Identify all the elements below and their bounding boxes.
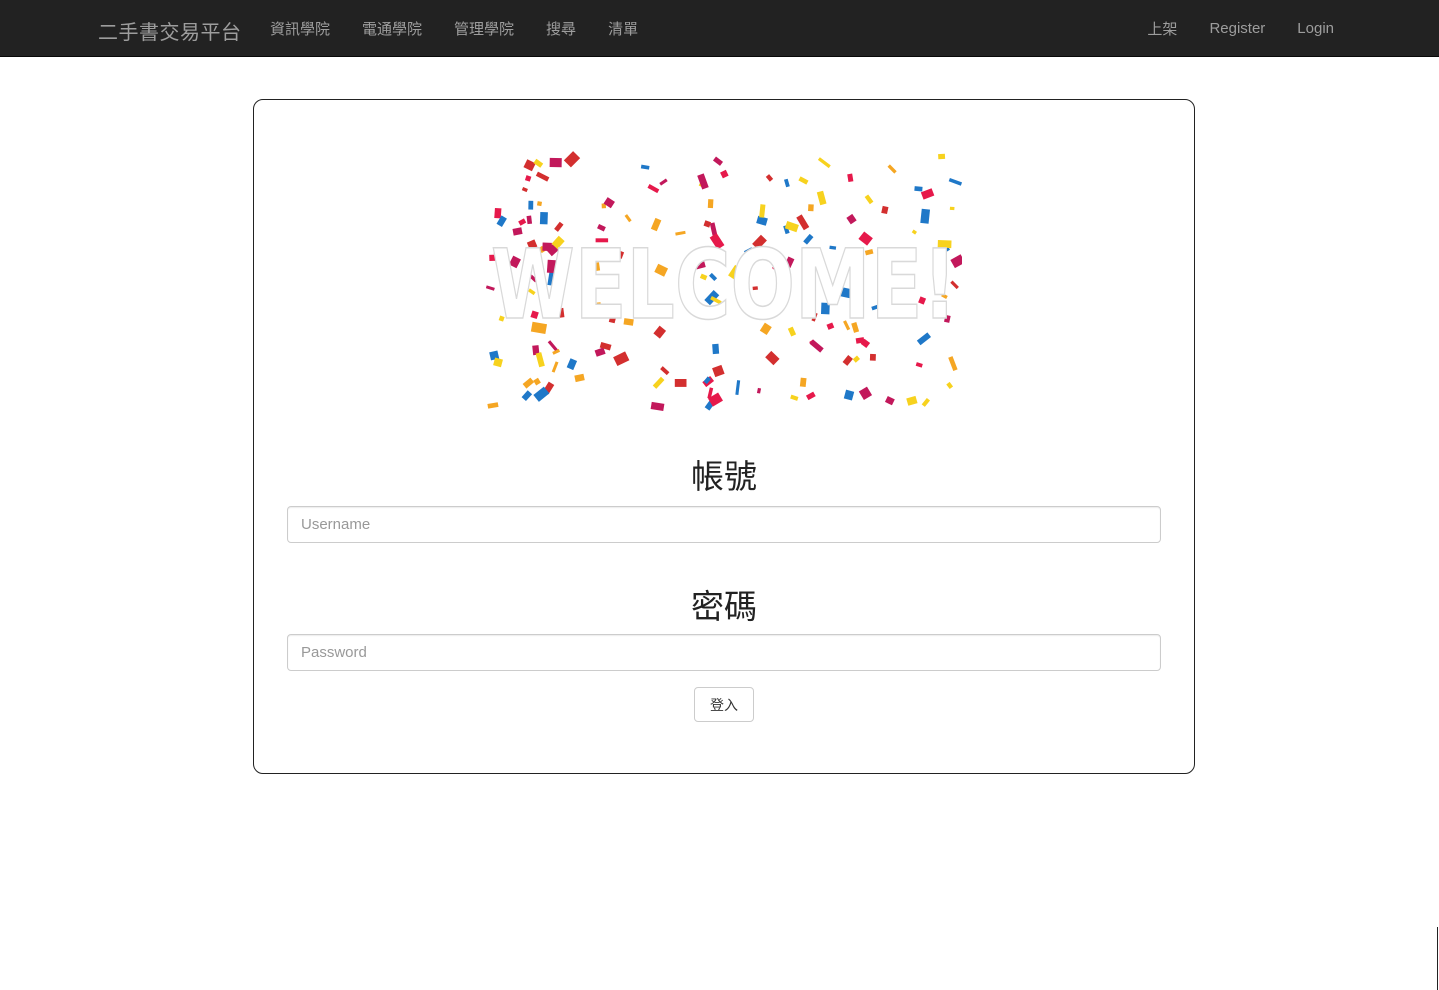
nav-item-login[interactable]: Login	[1281, 20, 1350, 37]
nav-item-upload[interactable]: 上架	[1131, 18, 1193, 39]
confetti-piece	[566, 358, 578, 371]
brand-link[interactable]: 二手書交易平台	[98, 16, 242, 45]
confetti-piece	[921, 397, 931, 407]
confetti-piece	[906, 395, 918, 406]
nav-left-menu: 資訊學院 電通學院 管理學院 搜尋 清單	[254, 0, 654, 57]
confetti-piece	[535, 171, 550, 182]
confetti-piece	[533, 377, 541, 386]
confetti-piece	[843, 389, 855, 401]
confetti-piece	[523, 159, 536, 172]
confetti-piece	[526, 215, 533, 225]
confetti-piece	[697, 173, 709, 190]
confetti-piece	[533, 158, 544, 168]
confetti-piece	[884, 396, 895, 406]
confetti-piece	[914, 186, 923, 192]
confetti-piece	[796, 214, 810, 231]
confetti-piece	[847, 173, 854, 183]
confetti-piece	[647, 184, 660, 194]
confetti-piece	[920, 208, 931, 224]
confetti-piece	[948, 178, 962, 186]
confetti-piece	[948, 356, 958, 372]
confetti-piece	[674, 379, 687, 387]
login-submit-button[interactable]: 登入	[694, 687, 754, 722]
confetti-piece	[574, 373, 585, 383]
nav-item-management-college[interactable]: 管理學院	[438, 18, 530, 39]
confetti-piece	[563, 151, 581, 168]
confetti-piece	[712, 343, 720, 355]
confetti-piece	[536, 201, 543, 207]
confetti-piece	[799, 377, 807, 387]
confetti-piece	[660, 366, 670, 376]
confetti-piece	[551, 361, 559, 373]
confetti-piece	[712, 364, 725, 378]
username-input[interactable]	[287, 506, 1161, 543]
confetti-piece	[858, 386, 873, 400]
confetti-piece	[790, 394, 799, 401]
confetti-piece	[624, 214, 632, 223]
confetti-piece	[549, 157, 562, 168]
login-card: WELCOME! 帳號 密碼 登入	[253, 99, 1195, 774]
confetti-piece	[798, 176, 809, 185]
confetti-piece	[842, 355, 853, 366]
confetti-piece	[707, 199, 714, 209]
confetti-piece	[920, 188, 935, 200]
nav-item-register[interactable]: Register	[1193, 20, 1281, 37]
confetti-piece	[539, 211, 548, 225]
confetti-piece	[852, 355, 861, 363]
confetti-piece	[756, 387, 762, 394]
welcome-banner-text: WELCOME!	[491, 229, 957, 341]
confetti-piece	[640, 164, 650, 170]
confetti-piece	[521, 390, 533, 402]
confetti-piece	[759, 204, 766, 218]
confetti-piece	[494, 207, 502, 219]
welcome-banner-image: WELCOME!	[486, 151, 962, 412]
confetti-piece	[808, 204, 814, 212]
confetti-piece	[659, 178, 668, 186]
nav-item-search[interactable]: 搜尋	[530, 18, 592, 39]
confetti-piece	[720, 169, 729, 179]
confetti-piece	[915, 362, 923, 368]
nav-item-ee-college[interactable]: 電通學院	[346, 18, 438, 39]
confetti-piece	[938, 153, 946, 160]
confetti-piece	[524, 175, 532, 182]
confetti-piece	[864, 194, 874, 205]
confetti-piece	[522, 377, 535, 389]
confetti-piece	[887, 164, 897, 174]
confetti-piece	[487, 402, 499, 409]
confetti-piece	[521, 187, 528, 193]
password-title: 密碼	[691, 587, 757, 626]
confetti-piece	[765, 350, 780, 366]
nav-right-menu: 上架 Register Login	[1131, 0, 1350, 57]
confetti-piece	[881, 205, 889, 215]
confetti-piece	[735, 380, 741, 396]
confetti-piece	[703, 220, 712, 228]
confetti-piece	[528, 200, 534, 210]
confetti-piece	[765, 174, 774, 182]
window-edge-divider	[1437, 927, 1438, 990]
confetti-piece	[535, 352, 545, 368]
confetti-piece	[712, 156, 724, 166]
confetti-piece	[946, 381, 954, 389]
password-input[interactable]	[287, 634, 1161, 671]
confetti-piece	[518, 218, 527, 226]
confetti-piece	[783, 178, 790, 188]
nav-item-list[interactable]: 清單	[592, 18, 654, 39]
confetti-piece	[594, 347, 606, 357]
confetti-piece	[816, 190, 827, 206]
confetti-piece	[650, 401, 665, 412]
nav-item-info-college[interactable]: 資訊學院	[254, 18, 346, 39]
top-navbar: 二手書交易平台 資訊學院 電通學院 管理學院 搜尋 清單 上架 Register…	[0, 0, 1439, 57]
username-title: 帳號	[691, 457, 757, 496]
confetti-piece	[613, 351, 630, 367]
confetti-piece	[846, 213, 857, 225]
confetti-piece	[809, 339, 824, 353]
confetti-piece	[949, 206, 955, 211]
confetti-piece	[869, 353, 876, 361]
confetti-piece	[817, 157, 831, 169]
confetti-piece	[652, 376, 665, 389]
confetti-piece	[805, 391, 816, 401]
